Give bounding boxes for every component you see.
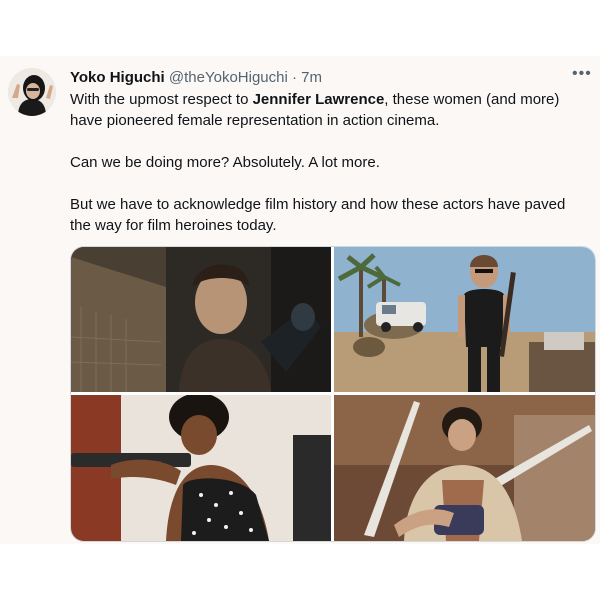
photo-image: [334, 395, 595, 541]
tweet-paragraph-1: With the upmost respect to Jennifer Lawr…: [70, 89, 590, 131]
avatar[interactable]: [8, 68, 56, 116]
separator: ·: [292, 69, 297, 86]
avatar-image: [8, 68, 56, 116]
photo-image: [71, 247, 331, 392]
tweet-card: Yoko Higuchi @theYokoHiguchi · 7m ••• Wi…: [0, 56, 600, 544]
tweet-text-bold: Jennifer Lawrence: [252, 91, 385, 108]
more-options-icon[interactable]: •••: [572, 65, 592, 83]
photo-image: [71, 395, 331, 541]
media-grid: [70, 246, 596, 542]
timestamp[interactable]: 7m: [301, 69, 322, 86]
media-photo[interactable]: [334, 395, 595, 541]
media-photo[interactable]: [71, 395, 331, 541]
tweet-paragraph-3: But we have to acknowledge film history …: [70, 196, 566, 234]
author-handle[interactable]: @theYokoHiguchi: [169, 69, 288, 86]
tweet-text-part: With the upmost respect to: [70, 91, 253, 108]
tweet-paragraph-2: Can we be doing more? Absolutely. A lot …: [70, 154, 380, 171]
media-photo[interactable]: [71, 247, 331, 392]
tweet-text: With the upmost respect to Jennifer Lawr…: [70, 89, 590, 257]
tweet-header: Yoko Higuchi @theYokoHiguchi · 7m: [70, 68, 322, 88]
photo-image: [334, 247, 595, 392]
media-photo[interactable]: [334, 247, 595, 392]
author-name[interactable]: Yoko Higuchi: [70, 69, 165, 86]
